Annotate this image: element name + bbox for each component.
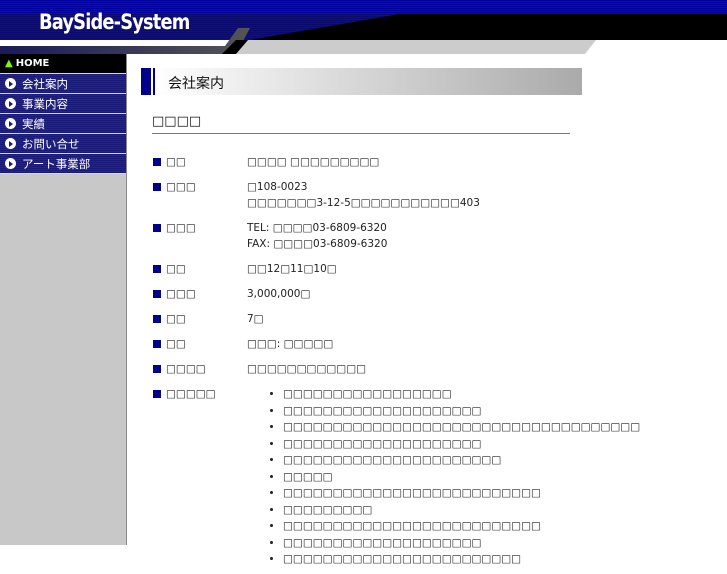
info-value: 7□ (247, 313, 264, 325)
arrow-circle-icon (5, 158, 16, 169)
nav-label: お問い合せ (22, 136, 80, 151)
nav-label: HOME (15, 58, 50, 69)
list-item: □□□□□□□□□□□□□□□□□□□□ (283, 535, 497, 551)
square-bullet-icon (153, 390, 161, 398)
info-row: □□ □□12□11□10□ (153, 258, 497, 283)
site-header: BaySide-System (0, 0, 727, 54)
info-value: □108-0023 (247, 181, 308, 193)
info-value: □□□□□□□3-12-5□□□□□□□□□□□403 (247, 197, 480, 209)
nav-results[interactable]: 実績 (0, 114, 126, 134)
square-bullet-icon (153, 315, 161, 323)
info-value: □□□□□□□□□□□□ (247, 363, 367, 375)
info-label: □□ (166, 313, 186, 325)
nav-home[interactable]: ▲ HOME (0, 54, 126, 74)
nav-art[interactable]: アート事業部 (0, 154, 126, 174)
info-label: □□□ (166, 181, 196, 193)
site-logo[interactable]: BaySide-System (39, 10, 190, 34)
page-title: 会社案内 (168, 76, 224, 92)
info-value: 3,000,000□ (247, 288, 311, 300)
nav-contact[interactable]: お問い合せ (0, 134, 126, 154)
list-item: □□□□□□□□□□□□□□□□□□□□ (283, 403, 497, 419)
square-bullet-icon (153, 265, 161, 273)
square-bullet-icon (153, 340, 161, 348)
list-item: □□□□□□□□□ (283, 502, 497, 518)
section-title: □□□□ (152, 114, 570, 134)
list-item: □□□□□ (283, 469, 497, 485)
info-label: □□ (166, 263, 186, 275)
info-value: □□□: □□□□□ (247, 338, 334, 350)
square-bullet-icon (153, 290, 161, 298)
list-item: □□□□□□□□□□□□□□□□□□□□□□ (283, 452, 501, 468)
nav-company[interactable]: 会社案内 (0, 74, 126, 94)
home-icon: ▲ (5, 58, 13, 69)
nav-label: 事業内容 (22, 96, 68, 111)
list-item: □□□□□□□□□□□□□□□□□□□□ (283, 436, 497, 452)
arrow-circle-icon (5, 118, 16, 129)
info-value: TEL: □□□□03-6809-6320 (247, 222, 387, 234)
arrow-circle-icon (5, 138, 16, 149)
info-label: □□□□□ (166, 388, 216, 400)
arrow-circle-icon (5, 78, 16, 89)
square-bullet-icon (153, 183, 161, 191)
business-list: □□□□□□□□□□□□□□□□□□□□□□□□□□□□□□□□□□□□□□□□… (247, 386, 640, 567)
info-value: □□12□11□10□ (247, 263, 337, 275)
info-label: □□□□ (166, 363, 206, 375)
nav-business[interactable]: 事業内容 (0, 94, 126, 114)
arrow-circle-icon (5, 98, 16, 109)
list-item: □□□□□□□□□□□□□□□□□□□□□□□□ (283, 551, 521, 567)
company-info-table: □□ □□□□ □□□□□□□□□ □□□ □108-0023 □□□□□□□3-12-… (153, 151, 640, 574)
list-item: □□□□□□□□□□□□□□□□□□□□□□□□□□□□□□□□□□□□ (283, 419, 640, 435)
square-bullet-icon (153, 158, 161, 166)
info-value: □□□□ □□□□□□□□□ (247, 156, 380, 168)
info-row: □□□ TEL: □□□□03-6809-6320 FAX: □□□□03-6809… (153, 217, 497, 258)
nav-label: 実績 (22, 116, 45, 131)
info-row: □□□ □108-0023 □□□□□□□3-12-5□□□□□□□□□□□403 (153, 176, 497, 217)
square-bullet-icon (153, 224, 161, 232)
info-row: □□ □□□: □□□□□ (153, 333, 497, 358)
list-item: □□□□□□□□□□□□□□□□□□□□□□□□□□ (283, 518, 541, 534)
nav-label: 会社案内 (22, 76, 68, 91)
info-label: □□ (166, 156, 186, 168)
nav-label: アート事業部 (22, 156, 91, 171)
info-label: □□□ (166, 222, 196, 234)
info-label: □□ (166, 338, 186, 350)
info-row: □□ □□□□ □□□□□□□□□ (153, 151, 497, 176)
info-label: □□□ (166, 288, 196, 300)
info-row: □□ 7□ (153, 308, 497, 333)
square-bullet-icon (153, 365, 161, 373)
page-title-bar: 会社案内 (141, 68, 582, 95)
sidebar-nav: ▲ HOME 会社案内 事業内容 実績 お問い合せ アート事業部 (0, 54, 127, 545)
info-row: □□□□ □□□□□□□□□□□□ (153, 358, 497, 383)
info-value: FAX: □□□□03-6809-6320 (247, 238, 388, 250)
info-row: □□□ 3,000,000□ (153, 283, 497, 308)
list-item: □□□□□□□□□□□□□□□□□□□□□□□□□□ (283, 485, 541, 501)
list-item: □□□□□□□□□□□□□□□□□ (283, 386, 497, 402)
